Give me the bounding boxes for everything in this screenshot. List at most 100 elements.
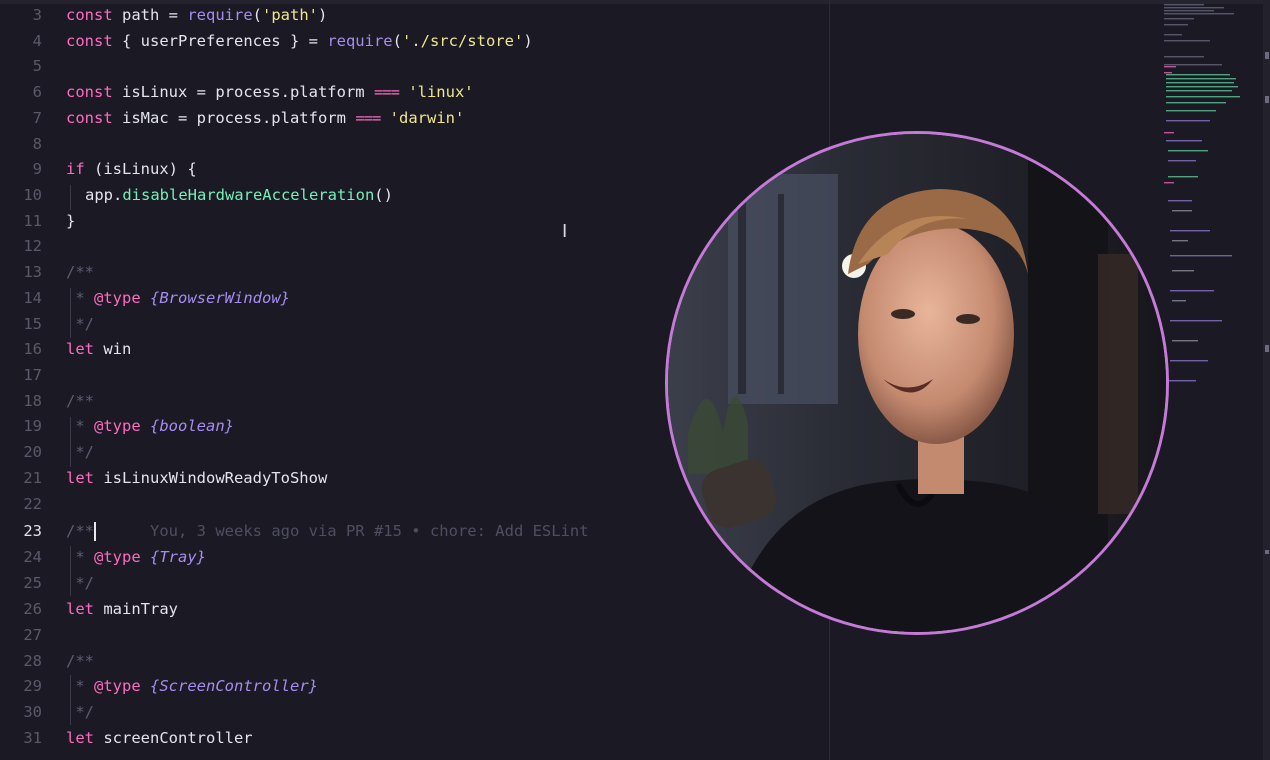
line-number: 18 xyxy=(23,392,42,410)
jsdoc-type: {ScreenController} xyxy=(150,677,318,695)
identifier: mainTray xyxy=(94,600,178,618)
text-caret xyxy=(94,522,96,541)
line-number: 21 xyxy=(23,469,42,487)
line-number: 29 xyxy=(23,677,42,695)
code-line-25: */ xyxy=(66,571,94,597)
line-number: 7 xyxy=(32,109,42,127)
line-number: 3 xyxy=(32,6,42,24)
object-ref: app. xyxy=(85,186,123,204)
comment-close: */ xyxy=(66,574,94,592)
git-blame-annotation: You, 3 weeks ago via PR #15 • chore: Add… xyxy=(150,522,589,540)
code-line-15: */ xyxy=(66,312,94,338)
paren: ) xyxy=(318,6,328,24)
code-line-14: * @type {BrowserWindow} xyxy=(66,286,290,312)
comment-close: */ xyxy=(66,443,94,461)
comment-star: * xyxy=(66,417,94,435)
scrollbar-marker xyxy=(1265,345,1269,352)
jsdoc-tag: @type xyxy=(94,548,141,566)
comment-star: * xyxy=(66,677,94,695)
line-number: 8 xyxy=(32,135,42,153)
comment-open: /** xyxy=(66,522,94,540)
comment-close: */ xyxy=(66,315,94,333)
line-number: 9 xyxy=(32,160,42,178)
jsdoc-type: {Tray} xyxy=(150,548,207,566)
line-number: 11 xyxy=(23,212,42,230)
comment-open: /** xyxy=(66,392,94,410)
method-call: disableHardwareAcceleration xyxy=(122,186,375,204)
paren: ) xyxy=(523,32,533,50)
comment-star: * xyxy=(66,289,94,307)
vertical-scrollbar[interactable] xyxy=(1263,0,1270,760)
string-literal: 'path' xyxy=(262,6,318,24)
code-line-26: let mainTray xyxy=(66,597,178,623)
identifier: { userPreferences } = xyxy=(112,32,328,50)
keyword: const xyxy=(66,109,113,127)
line-number: 19 xyxy=(23,417,42,435)
comment-star: * xyxy=(66,548,94,566)
code-line-28: /** xyxy=(66,649,94,675)
strict-equals-operator: === xyxy=(355,109,381,127)
code-line-13: /** xyxy=(66,260,94,286)
closing-brace: } xyxy=(66,212,76,230)
line-number-active: 23 xyxy=(23,522,42,540)
keyword: const xyxy=(66,6,113,24)
line-number: 10 xyxy=(23,186,42,204)
line-number: 28 xyxy=(23,652,42,670)
identifier: win xyxy=(94,340,132,358)
minimap-lines xyxy=(1164,4,1240,382)
line-number: 4 xyxy=(32,32,42,50)
paren: ( xyxy=(392,32,402,50)
code-line-11: } xyxy=(66,209,75,235)
code-line-7: const isMac = process.platform === 'darw… xyxy=(66,106,464,132)
comment-open: /** xyxy=(66,263,94,281)
scrollbar-marker xyxy=(1265,550,1269,554)
identifier: isLinux = process.platform xyxy=(112,83,374,101)
string-literal: 'linux' xyxy=(408,83,474,101)
code-line-29: * @type {ScreenController} xyxy=(66,674,318,700)
keyword: let xyxy=(66,340,94,358)
line-number: 27 xyxy=(23,626,42,644)
line-number: 12 xyxy=(23,237,42,255)
line-number: 30 xyxy=(23,703,42,721)
indent-guide xyxy=(70,185,71,210)
jsdoc-tag: @type xyxy=(94,417,141,435)
condition: (isLinux) { xyxy=(84,160,197,178)
line-number: 17 xyxy=(23,366,42,384)
line-number: 16 xyxy=(23,340,42,358)
code-line-23-active: /** You, 3 weeks ago via PR #15 • chore: … xyxy=(66,519,589,545)
line-number: 20 xyxy=(23,443,42,461)
identifier: screenController xyxy=(94,729,253,747)
jsdoc-type: {boolean} xyxy=(150,417,235,435)
code-line-24: * @type {Tray} xyxy=(66,545,206,571)
line-number: 13 xyxy=(23,263,42,281)
line-number: 25 xyxy=(23,574,42,592)
identifier: path = xyxy=(112,6,188,24)
webcam-overlay xyxy=(668,134,1166,632)
function-name: require xyxy=(327,32,393,50)
line-number: 14 xyxy=(23,289,42,307)
identifier: isMac = process.platform xyxy=(112,109,356,127)
line-number: 24 xyxy=(23,548,42,566)
keyword: const xyxy=(66,32,113,50)
string-literal: './src/store' xyxy=(401,32,524,50)
code-line-4: const { userPreferences } = require('./s… xyxy=(66,29,533,55)
function-name: require xyxy=(187,6,253,24)
paren: ( xyxy=(252,6,262,24)
code-line-21: let isLinuxWindowReadyToShow xyxy=(66,466,327,492)
code-line-9: if (isLinux) { xyxy=(66,157,197,183)
keyword: let xyxy=(66,729,94,747)
jsdoc-type: {BrowserWindow} xyxy=(150,289,290,307)
code-line-19: * @type {boolean} xyxy=(66,414,234,440)
keyword: let xyxy=(66,600,94,618)
scrollbar-marker xyxy=(1265,96,1269,103)
line-number: 6 xyxy=(32,83,42,101)
webcam-presenter-image xyxy=(668,134,1166,632)
scrollbar-marker xyxy=(1265,52,1269,59)
keyword: if xyxy=(66,160,85,178)
minimap[interactable] xyxy=(1162,0,1258,400)
